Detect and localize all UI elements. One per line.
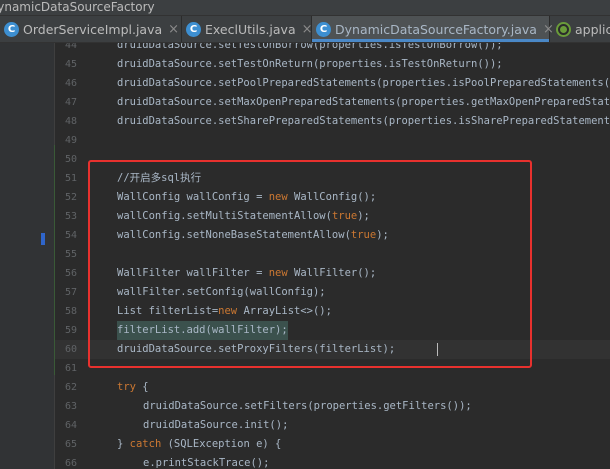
code-line: 66 e.printStackTrace();: [55, 454, 610, 469]
code-comment: //开启多sql执行: [117, 172, 202, 184]
code-text: druidDataSource.setProxyFilters(filterLi…: [117, 343, 396, 355]
code-line: 46 druidDataSource.setPoolPreparedStateme…: [55, 74, 610, 93]
code-text: try {: [117, 381, 149, 393]
code-lines: 44 druidDataSource.setTestOnBorrow(proper…: [55, 43, 610, 469]
line-number: 66: [64, 458, 77, 469]
line-number: 56: [64, 268, 77, 279]
code-line: 65 } catch (SQLException e) {: [55, 435, 610, 454]
code-line: 63 druidDataSource.setFilters(properties.…: [55, 397, 610, 416]
line-number: 57: [64, 287, 77, 298]
code-line: 52 WallConfig wallConfig = new WallConfig…: [55, 188, 610, 207]
breadcrumb-label: DynamicDataSourceFactory: [0, 0, 155, 14]
line-number: 44: [64, 43, 77, 51]
tab-label: ExeclUtils.java: [205, 21, 296, 37]
line-number: 53: [64, 211, 77, 222]
code-line-current: 60 druidDataSource.setProxyFilters(filter…: [55, 340, 610, 359]
code-line: 47 druidDataSource.setMaxOpenPreparedStat…: [55, 93, 610, 112]
code-line: 54 wallConfig.setNoneBaseStatementAllow(t…: [55, 226, 610, 245]
code-line: 58 List filterList=new ArrayList<>();: [55, 302, 610, 321]
line-number: 65: [64, 439, 77, 450]
close-icon[interactable]: ×: [302, 22, 313, 37]
code-line: 53 wallConfig.setMultiStatementAllow(true…: [55, 207, 610, 226]
line-number: 45: [64, 59, 77, 70]
line-number: 54: [64, 230, 77, 241]
keyword-token: catch: [129, 438, 162, 450]
code-line: 49: [55, 131, 610, 150]
code-text: druidDataSource.init();: [143, 419, 289, 431]
code-text: druidDataSource.setMaxOpenPreparedStatem…: [117, 96, 610, 108]
class-c-icon: C: [4, 21, 19, 37]
line-number: 50: [64, 154, 77, 165]
tab-label: applic: [575, 21, 610, 37]
line-number-gutter[interactable]: [0, 43, 55, 469]
line-number: 49: [64, 135, 77, 146]
tab-dynamic-data-source-factory[interactable]: C DynamicDataSourceFactory.java ×: [312, 16, 554, 42]
class-c-icon: C: [316, 21, 331, 37]
class-c-icon: C: [186, 21, 201, 37]
spring-leaf-icon: [556, 21, 571, 37]
code-line: 59 filterList.add(wallFilter);: [55, 321, 610, 340]
line-number: 55: [64, 249, 77, 260]
line-number: 58: [64, 306, 77, 317]
code-text: WallConfig wallConfig = new WallConfig()…: [117, 191, 377, 203]
line-number: 52: [64, 192, 77, 203]
gutter-marker[interactable]: [41, 233, 45, 245]
code-text: druidDataSource.setTestOnBorrow(properti…: [117, 43, 503, 51]
text-caret: [437, 343, 438, 356]
line-number: 63: [64, 401, 77, 412]
code-line: 51 //开启多sql执行: [55, 169, 610, 188]
code-text: druidDataSource.setTestOnReturn(properti…: [117, 58, 503, 70]
breadcrumb[interactable]: DynamicDataSourceFactory: [0, 0, 610, 16]
keyword-token: true: [350, 229, 377, 241]
code-line: 61: [55, 359, 610, 378]
line-number: 62: [64, 382, 77, 393]
code-text: wallConfig.setNoneBaseStatementAllow(tru…: [117, 229, 389, 241]
code-line: 64 druidDataSource.init();: [55, 416, 610, 435]
line-number: 64: [64, 420, 77, 431]
code-line: 45 druidDataSource.setTestOnReturn(proper…: [55, 55, 610, 74]
line-number: 47: [64, 97, 77, 108]
code-line: 44 druidDataSource.setTestOnBorrow(proper…: [55, 43, 610, 55]
code-text: List filterList=new ArrayList<>();: [117, 305, 332, 317]
tab-label: DynamicDataSourceFactory.java: [335, 21, 537, 37]
code-text: druidDataSource.setSharePreparedStatemen…: [117, 115, 610, 127]
code-line: 48 druidDataSource.setSharePreparedStatem…: [55, 112, 610, 131]
close-icon[interactable]: ×: [168, 22, 179, 37]
code-text: wallFilter.setConfig(wallConfig);: [117, 286, 326, 298]
code-line: 55: [55, 245, 610, 264]
code-text: filterList.add(wallFilter);: [117, 321, 288, 340]
line-number: 46: [64, 78, 77, 89]
code-line: 57 wallFilter.setConfig(wallConfig);: [55, 283, 610, 302]
code-editor[interactable]: 44 druidDataSource.setTestOnBorrow(proper…: [55, 43, 610, 469]
keyword-token: new: [268, 191, 288, 203]
line-number: 60: [64, 344, 77, 355]
code-line: 62 try {: [55, 378, 610, 397]
line-number: 61: [64, 363, 77, 374]
line-number: 48: [64, 116, 77, 127]
code-line: 50: [55, 150, 610, 169]
code-text: } catch (SQLException e) {: [117, 438, 282, 450]
editor-tab-bar: C OrderServiceImpl.java × C ExeclUtils.j…: [0, 16, 610, 43]
code-text: e.printStackTrace();: [143, 457, 270, 469]
tab-label: OrderServiceImpl.java: [23, 21, 163, 37]
code-text: wallConfig.setMultiStatementAllow(true);: [117, 210, 370, 222]
keyword-token: new: [218, 305, 238, 317]
code-line: 56 WallFilter wallFilter = new WallFilter…: [55, 264, 610, 283]
keyword-token: new: [268, 267, 288, 279]
code-text: druidDataSource.setPoolPreparedStatement…: [117, 77, 610, 89]
keyword-token: true: [331, 210, 358, 222]
tab-order-service-impl[interactable]: C OrderServiceImpl.java ×: [0, 16, 182, 42]
tab-execl-utils[interactable]: C ExeclUtils.java ×: [182, 16, 313, 42]
line-number: 51: [64, 173, 77, 184]
code-text: druidDataSource.setFilters(properties.ge…: [143, 400, 472, 412]
keyword-token: try: [117, 381, 136, 393]
tab-application[interactable]: applic: [550, 16, 610, 42]
line-number: 59: [64, 325, 77, 336]
code-text: WallFilter wallFilter = new WallFilter()…: [117, 267, 377, 279]
